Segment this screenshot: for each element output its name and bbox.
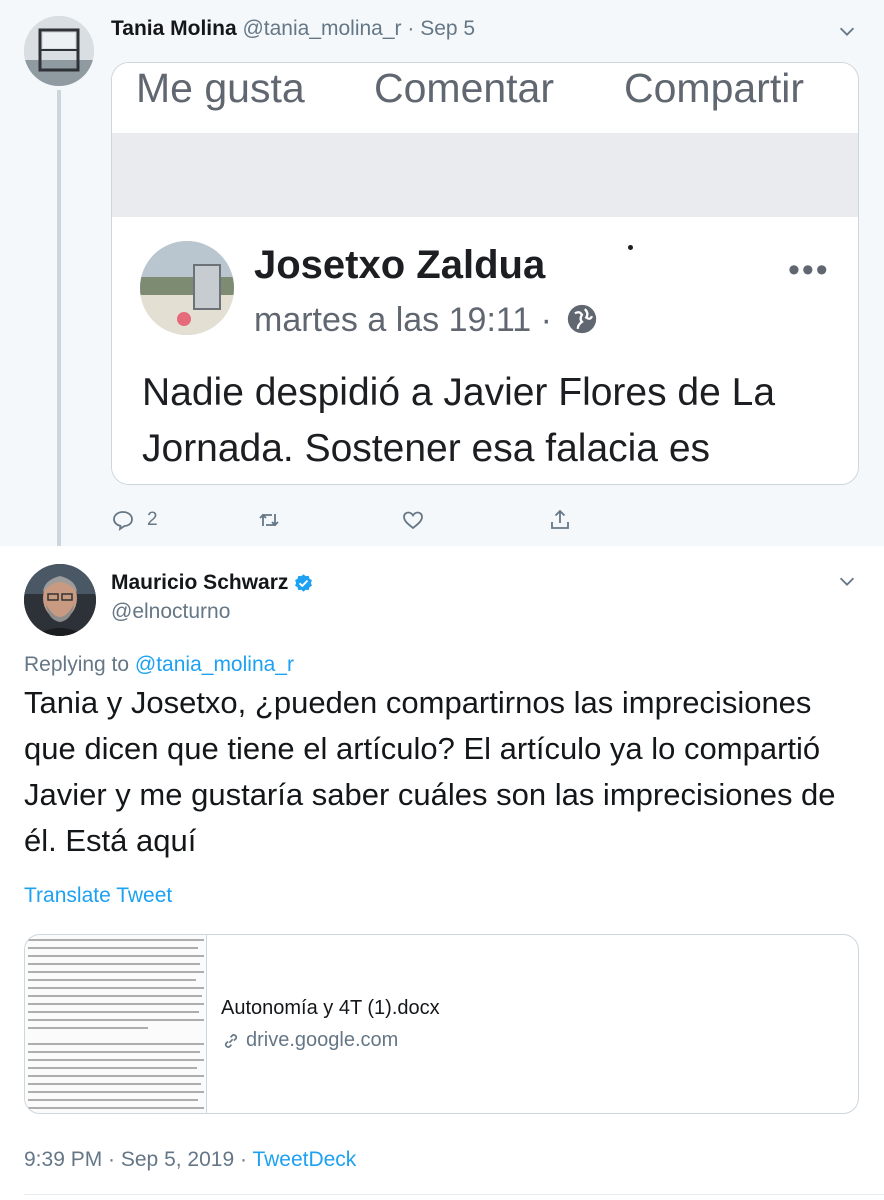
- share-icon: [551, 509, 569, 529]
- like-icon: [403, 511, 423, 530]
- avatar-image: [24, 564, 96, 636]
- post-time: martes a las 19:11 ·: [254, 301, 599, 340]
- replying-prefix: Replying to: [24, 653, 130, 676]
- image-speck: [628, 245, 633, 250]
- facebook-post: Josetxo Zaldua ••• martes a las 19:11 · …: [112, 217, 858, 484]
- reply-tweet[interactable]: Tania Molina @tania_molina_r · Sep 5 Me …: [0, 0, 884, 560]
- embedded-screenshot[interactable]: Me gusta Comentar Compartir Josetxo Zald…: [111, 62, 859, 485]
- card-title: Autonomía y 4T (1).docx: [221, 997, 440, 1019]
- chevron-down-icon[interactable]: [836, 570, 858, 592]
- author-name: Mauricio Schwarz: [111, 571, 289, 594]
- author-handle[interactable]: @tania_molina_r: [242, 17, 401, 40]
- share-action-label: Compartir: [624, 65, 804, 111]
- chevron-down-icon[interactable]: [836, 20, 858, 42]
- thread-connector-line: [57, 90, 61, 560]
- post-text: Nadie despidió a Javier Flores de La Jor…: [142, 371, 776, 484]
- author-name[interactable]: Tania Molina: [111, 17, 237, 40]
- reply-icon: [113, 511, 133, 531]
- tweet-date[interactable]: Sep 5: [420, 17, 475, 40]
- more-options-icon: •••: [788, 251, 830, 289]
- comment-action-label: Comentar: [374, 65, 555, 111]
- facebook-divider: [112, 133, 858, 217]
- avatar-image: [24, 16, 94, 86]
- avatar[interactable]: [24, 16, 94, 86]
- card-domain: drive.google.com: [221, 1029, 398, 1052]
- tweet-source-link[interactable]: TweetDeck: [252, 1148, 356, 1171]
- link-icon: [224, 1033, 238, 1048]
- avatar-image: [140, 241, 234, 335]
- tweet-header: Tania Molina @tania_molina_r · Sep 5: [111, 17, 475, 41]
- translate-tweet-link[interactable]: Translate Tweet: [24, 884, 172, 908]
- divider: [24, 1194, 884, 1195]
- main-tweet: Mauricio Schwarz @elnocturno Replying to…: [0, 546, 884, 1200]
- tweet-actions: 2: [111, 505, 611, 535]
- tweet-metadata: 9:39 PM · Sep 5, 2019 · TweetDeck: [24, 1148, 356, 1172]
- avatar[interactable]: [24, 564, 96, 636]
- document-thumbnail: [25, 935, 207, 1113]
- avatar: [140, 241, 234, 335]
- globe-icon: [568, 304, 597, 334]
- tweet-text: Tania y Josetxo, ¿pueden compartirnos la…: [24, 685, 836, 858]
- retweet-icon: [259, 513, 279, 527]
- like-button[interactable]: [401, 505, 425, 535]
- share-button[interactable]: [548, 505, 572, 535]
- post-author: Josetxo Zaldua: [254, 243, 546, 287]
- verified-badge-icon: [295, 573, 313, 592]
- facebook-action-bar: Me gusta Comentar Compartir: [112, 63, 858, 133]
- reply-count: 2: [147, 509, 158, 530]
- card-domain-text: drive.google.com: [246, 1029, 399, 1051]
- post-time-text: martes a las 19:11 ·: [254, 301, 552, 339]
- retweet-button[interactable]: [257, 505, 281, 535]
- replying-to: Replying to @tania_molina_r: [24, 653, 294, 677]
- replying-to-link[interactable]: @tania_molina_r: [135, 653, 294, 676]
- like-action-label: Me gusta: [136, 65, 305, 111]
- author-name-row[interactable]: Mauricio Schwarz: [111, 571, 314, 595]
- reply-button[interactable]: 2: [111, 505, 158, 535]
- separator-dot: ·: [407, 17, 415, 40]
- tweet-timestamp[interactable]: 9:39 PM · Sep 5, 2019 ·: [24, 1148, 247, 1171]
- link-card[interactable]: Autonomía y 4T (1).docx drive.google.com: [24, 934, 859, 1114]
- author-handle[interactable]: @elnocturno: [111, 600, 230, 624]
